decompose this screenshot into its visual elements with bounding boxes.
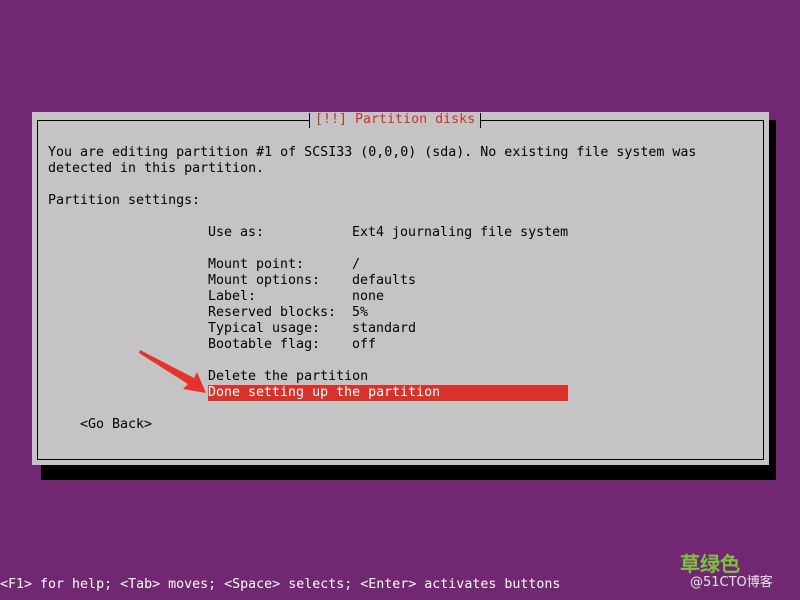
- setting-use-as-value: Ext4 journaling file system: [352, 225, 569, 240]
- setting-typical-usage-value: standard: [352, 321, 417, 336]
- intro-text-line-2: detected in this partition.: [48, 161, 265, 176]
- setting-mount-point-value: /: [352, 257, 361, 272]
- watermark-site: @51CTO博客: [690, 575, 773, 590]
- dialog-title: [!!] Partition disks: [309, 112, 482, 128]
- help-line: <F1> for help; <Tab> moves; <Space> sele…: [0, 577, 561, 592]
- setting-label-row[interactable]: Label:: [208, 289, 256, 305]
- partition-dialog: [!!] Partition disks You are editing par…: [32, 112, 769, 465]
- setting-mount-options-value: defaults: [352, 273, 417, 288]
- setting-mount-options-row[interactable]: Mount options:: [208, 273, 320, 289]
- setting-bootable-flag-row[interactable]: Bootable flag:: [208, 337, 320, 353]
- setting-reserved-blocks-row[interactable]: Reserved blocks:: [208, 305, 336, 321]
- watermark: 草绿色 @51CTO博客: [676, 552, 796, 596]
- setting-reserved-blocks-value: 5%: [352, 305, 369, 320]
- setting-mount-point-row[interactable]: Mount point:: [208, 257, 304, 273]
- setting-label-value: none: [352, 289, 385, 304]
- go-back-button[interactable]: <Go Back>: [80, 417, 152, 433]
- watermark-logo: 草绿色: [680, 552, 740, 576]
- done-setting-up-partition-option[interactable]: Done setting up the partition: [208, 385, 568, 401]
- setting-use-as-row[interactable]: Use as:: [208, 225, 264, 241]
- delete-partition-option[interactable]: Delete the partition: [208, 369, 368, 385]
- intro-text-line-1: You are editing partition #1 of SCSI33 (…: [48, 145, 697, 160]
- settings-heading: Partition settings:: [48, 193, 201, 208]
- setting-typical-usage-row[interactable]: Typical usage:: [208, 321, 320, 337]
- setting-bootable-flag-value: off: [352, 337, 377, 352]
